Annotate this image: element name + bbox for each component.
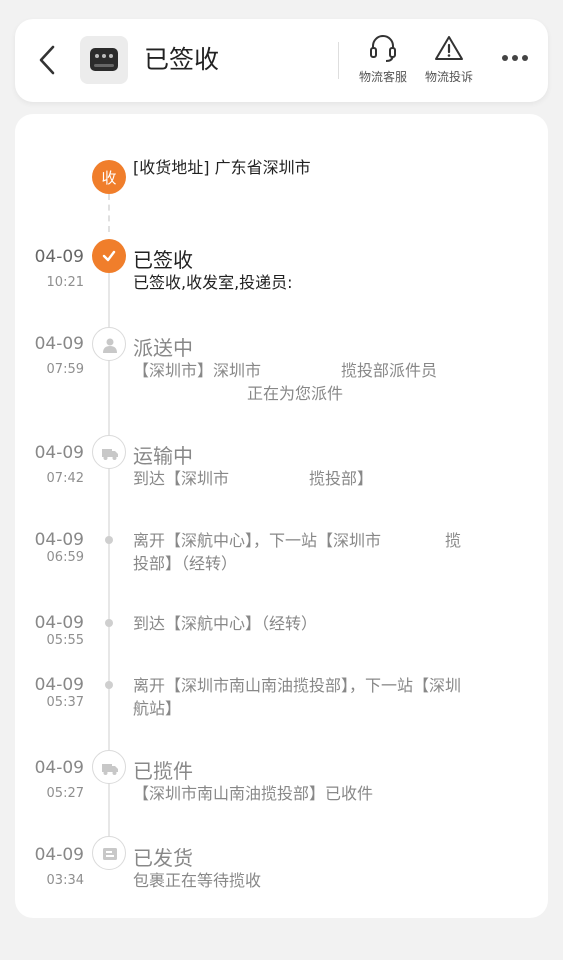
event-description: 已签收,收发室,投递员: (133, 273, 293, 292)
timeline-dot (105, 619, 113, 627)
event-date: 04-09 (34, 758, 84, 778)
logistics-service-label: 物流客服 (358, 70, 407, 84)
courier-icon (92, 327, 126, 361)
event-description: 离开【深航中心】，下一站【深圳市 揽 (133, 531, 462, 550)
event-description: 到达【深圳市 揽投部】 (133, 469, 374, 488)
event-title: 已揽件 (133, 759, 193, 783)
event-title: 已签收 (133, 248, 193, 272)
back-icon[interactable] (35, 42, 59, 78)
timeline-dot (105, 536, 113, 544)
event-description-cont: 投部】（经转） (133, 554, 238, 573)
event-description: 到达【深航中心】（经转） (133, 614, 318, 633)
event-title: 已发货 (133, 846, 193, 870)
event-time: 05:37 (46, 695, 84, 710)
headset-icon (370, 35, 396, 62)
check-icon (92, 239, 126, 273)
event-time: 06:59 (46, 550, 84, 565)
pickup-truck-icon (92, 750, 126, 784)
event-date: 04-09 (34, 845, 84, 865)
event-date: 04-09 (34, 443, 84, 463)
timeline-dashed-connector (108, 194, 110, 232)
event-time: 07:59 (46, 362, 84, 377)
event-description: 包裹正在等待揽收 (133, 871, 262, 890)
event-time: 05:27 (46, 786, 84, 801)
event-date: 04-09 (34, 613, 84, 633)
event-date: 04-09 (34, 675, 84, 695)
header-divider (338, 42, 339, 79)
timeline-dot (105, 681, 113, 689)
event-description: 【深圳市南山南油揽投部】已收件 (133, 784, 374, 803)
event-description: 【深圳市】深圳市 揽投部派件员 (133, 361, 438, 380)
more-icon[interactable] (502, 55, 532, 65)
logistics-complaint-button[interactable]: 物流投诉 (416, 33, 482, 85)
delivery-address: [收货地址] 广东省深圳市 (133, 158, 311, 177)
warning-icon (435, 36, 463, 60)
event-time: 05:55 (46, 633, 84, 648)
product-thumbnail[interactable] (80, 36, 128, 84)
event-time: 03:34 (46, 873, 84, 888)
truck-icon (92, 435, 126, 469)
event-description-cont: 航站】 (133, 699, 182, 718)
event-date: 04-09 (34, 247, 84, 267)
event-title: 派送中 (133, 336, 193, 360)
shipped-box-icon (92, 836, 126, 870)
event-description-cont: 正在为您派件 (247, 384, 344, 403)
event-time: 10:21 (46, 275, 84, 290)
tracking-timeline: 收 [收货地址] 广东省深圳市 04-09 10:21 已签收 已签收,收发室,… (15, 114, 548, 918)
device-image (90, 48, 118, 71)
logistics-service-button[interactable]: 物流客服 (350, 33, 416, 85)
page-title: 已签收 (144, 45, 220, 74)
header-bar: 已签收 物流客服 物流投诉 (15, 19, 548, 102)
event-title: 运输中 (133, 444, 193, 468)
logistics-complaint-label: 物流投诉 (424, 70, 473, 84)
receive-badge: 收 (92, 160, 126, 194)
event-date: 04-09 (34, 530, 84, 550)
event-time: 07:42 (46, 471, 84, 486)
event-description: 离开【深圳市南山南油揽投部】，下一站【深圳 (133, 676, 462, 695)
event-date: 04-09 (34, 334, 84, 354)
